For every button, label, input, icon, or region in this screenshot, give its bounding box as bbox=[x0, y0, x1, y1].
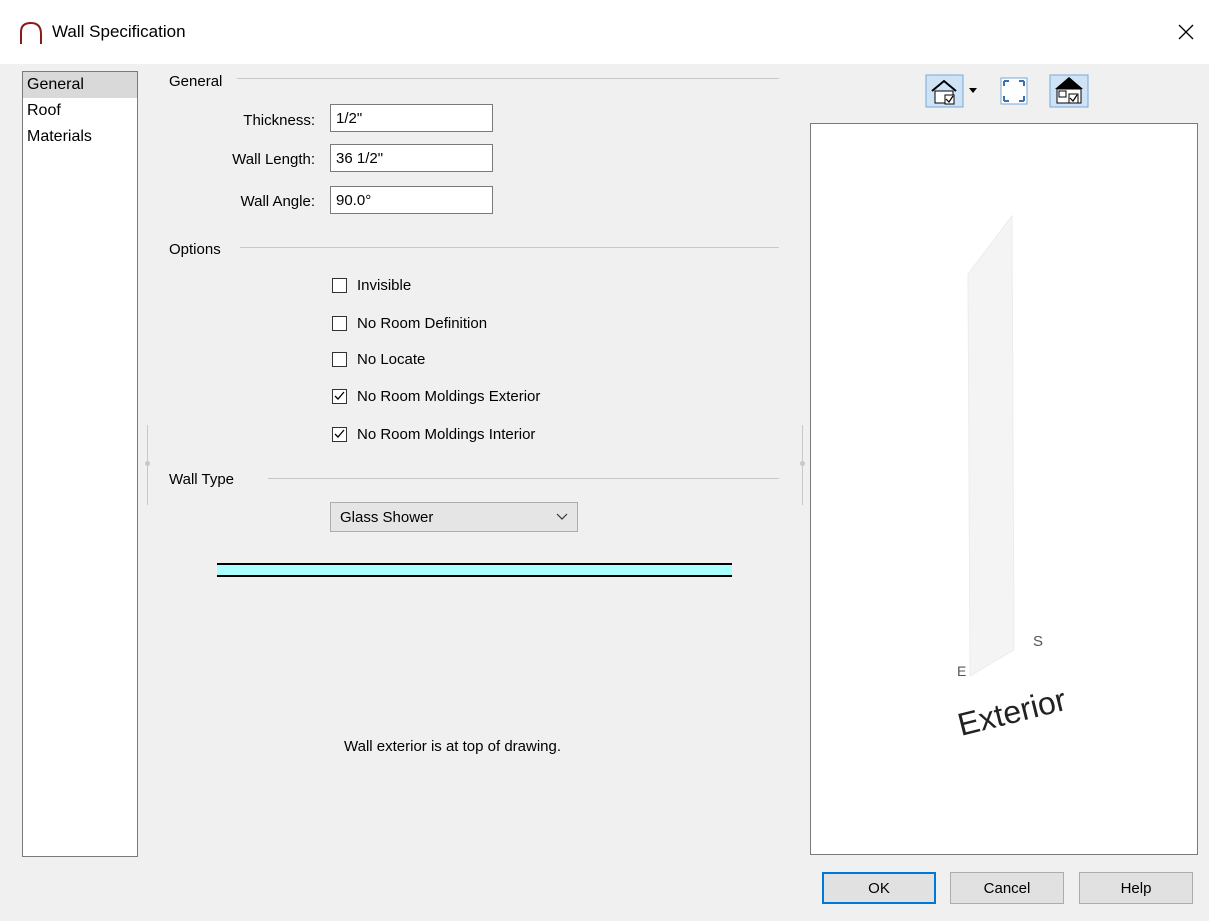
invisible-checkbox[interactable] bbox=[332, 277, 347, 293]
wall-length-input[interactable] bbox=[330, 144, 493, 172]
thickness-input[interactable] bbox=[330, 104, 493, 132]
title-bar: Wall Specification bbox=[0, 0, 1209, 64]
preview-label-exterior: Exterior bbox=[954, 681, 1070, 743]
no-room-moldings-exterior-checkbox[interactable] bbox=[332, 388, 347, 404]
wall-type-select[interactable]: Glass Shower bbox=[330, 502, 578, 532]
preview-label-s: S bbox=[1033, 633, 1043, 650]
wall-type-selected: Glass Shower bbox=[340, 508, 434, 526]
general-heading: General bbox=[169, 73, 223, 90]
no-room-moldings-exterior-label: No Room Moldings Exterior bbox=[357, 387, 541, 405]
wall-preview-drawing: S E Exterior bbox=[954, 214, 1070, 743]
no-locate-label: No Locate bbox=[357, 350, 426, 368]
arch-icon bbox=[20, 21, 42, 44]
invisible-label: Invisible bbox=[357, 276, 412, 294]
options-heading: Options bbox=[169, 241, 221, 258]
checkmark-icon bbox=[334, 391, 345, 400]
window-title: Wall Specification bbox=[52, 22, 186, 41]
wall-type-note: Wall exterior is at top of drawing. bbox=[344, 738, 562, 755]
close-icon bbox=[1178, 24, 1194, 40]
general-divider bbox=[237, 78, 779, 79]
right-splitter-grip bbox=[800, 461, 805, 466]
fit-view-icon bbox=[1000, 77, 1028, 105]
thickness-label: Thickness: bbox=[243, 112, 315, 129]
wall-type-divider bbox=[268, 478, 779, 479]
sidebar: General Roof Materials bbox=[22, 71, 138, 857]
show-layers-icon bbox=[1049, 74, 1089, 108]
left-splitter-grip bbox=[145, 461, 150, 466]
ok-button[interactable]: OK bbox=[822, 872, 936, 904]
show-layers-button[interactable] bbox=[1047, 71, 1091, 111]
no-room-definition-label: No Room Definition bbox=[357, 314, 488, 332]
wall-type-heading: Wall Type bbox=[169, 471, 235, 488]
cancel-button[interactable]: Cancel bbox=[950, 872, 1064, 904]
chevron-down-icon bbox=[547, 513, 577, 521]
no-room-moldings-interior-checkbox[interactable] bbox=[332, 426, 347, 442]
no-room-moldings-exterior-checkbox-row[interactable]: No Room Moldings Exterior bbox=[332, 385, 540, 407]
sidebar-item-materials[interactable]: Materials bbox=[23, 124, 137, 150]
no-locate-checkbox-row[interactable]: No Locate bbox=[332, 348, 425, 370]
camera-view-icon bbox=[925, 74, 977, 108]
no-room-moldings-interior-label: No Room Moldings Interior bbox=[357, 425, 536, 443]
camera-view-button[interactable] bbox=[922, 71, 988, 111]
no-locate-checkbox[interactable] bbox=[332, 351, 347, 367]
invisible-checkbox-row[interactable]: Invisible bbox=[332, 274, 411, 296]
checkmark-icon bbox=[334, 429, 345, 438]
preview-pane[interactable]: S E Exterior bbox=[810, 123, 1198, 855]
wall-angle-input[interactable] bbox=[330, 186, 493, 214]
fill-window-button[interactable] bbox=[997, 71, 1031, 111]
close-button[interactable] bbox=[1163, 12, 1209, 52]
no-room-definition-checkbox[interactable] bbox=[332, 315, 347, 331]
wall-type-swatch bbox=[217, 563, 732, 577]
sidebar-item-roof[interactable]: Roof bbox=[23, 98, 137, 124]
wall-length-label: Wall Length: bbox=[232, 151, 315, 168]
no-room-definition-checkbox-row[interactable]: No Room Definition bbox=[332, 312, 487, 334]
sidebar-item-general[interactable]: General bbox=[23, 72, 137, 98]
preview-label-e: E bbox=[957, 663, 966, 679]
wall-angle-label: Wall Angle: bbox=[240, 193, 315, 210]
options-divider bbox=[240, 247, 779, 248]
no-room-moldings-interior-checkbox-row[interactable]: No Room Moldings Interior bbox=[332, 423, 535, 445]
help-button[interactable]: Help bbox=[1079, 872, 1193, 904]
